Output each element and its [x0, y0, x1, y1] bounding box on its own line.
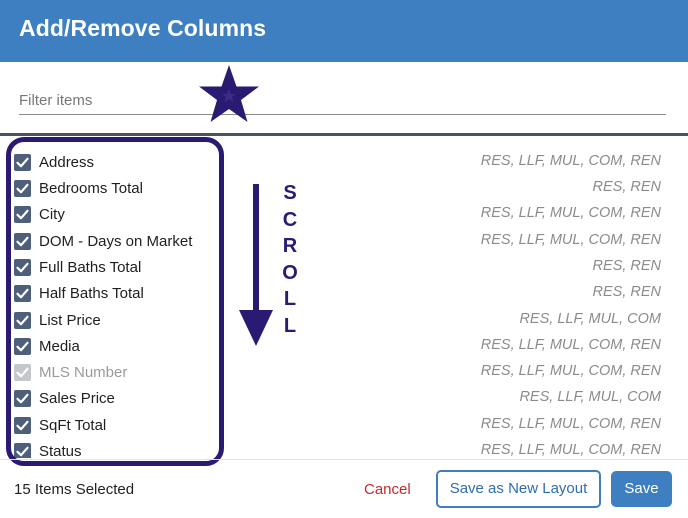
- property-types: RES, LLF, MUL, COM: [519, 311, 661, 327]
- property-types: RES, REN: [592, 258, 662, 274]
- save-as-new-layout-button[interactable]: Save as New Layout: [436, 470, 601, 508]
- cancel-button[interactable]: Cancel: [364, 481, 411, 498]
- filter-input[interactable]: [19, 86, 666, 115]
- property-types: RES, REN: [592, 284, 662, 300]
- scroll-letter: O: [282, 261, 298, 284]
- scroll-letter: L: [283, 314, 297, 337]
- checkbox-highlight-annotation: [6, 137, 224, 466]
- scroll-down-arrow-icon: [239, 184, 273, 346]
- dialog-title: Add/Remove Columns: [19, 15, 267, 41]
- property-types: RES, LLF, MUL, COM, REN: [480, 416, 661, 432]
- property-types: RES, LLF, MUL, COM, REN: [480, 153, 661, 169]
- scroll-letter: C: [282, 208, 298, 231]
- footer-divider: [0, 459, 688, 460]
- scroll-annotation-text: SCROLL: [282, 180, 298, 339]
- property-types: RES, LLF, MUL, COM: [519, 389, 661, 405]
- property-types: RES, LLF, MUL, COM, REN: [480, 337, 661, 353]
- property-types: RES, LLF, MUL, COM, REN: [480, 205, 661, 221]
- property-types: RES, LLF, MUL, COM, REN: [480, 442, 661, 458]
- selected-count: 15 Items Selected: [14, 481, 135, 498]
- property-types: RES, LLF, MUL, COM, REN: [480, 232, 661, 248]
- scroll-letter: S: [283, 182, 297, 204]
- property-types: RES, LLF, MUL, COM, REN: [480, 363, 661, 379]
- scroll-letter: R: [282, 235, 298, 257]
- scroll-letter: L: [283, 288, 297, 310]
- star-annotation-icon: [199, 65, 259, 122]
- save-button[interactable]: Save: [611, 471, 672, 507]
- property-types: RES, REN: [592, 179, 662, 195]
- dialog-header: Add/Remove Columns: [0, 0, 688, 62]
